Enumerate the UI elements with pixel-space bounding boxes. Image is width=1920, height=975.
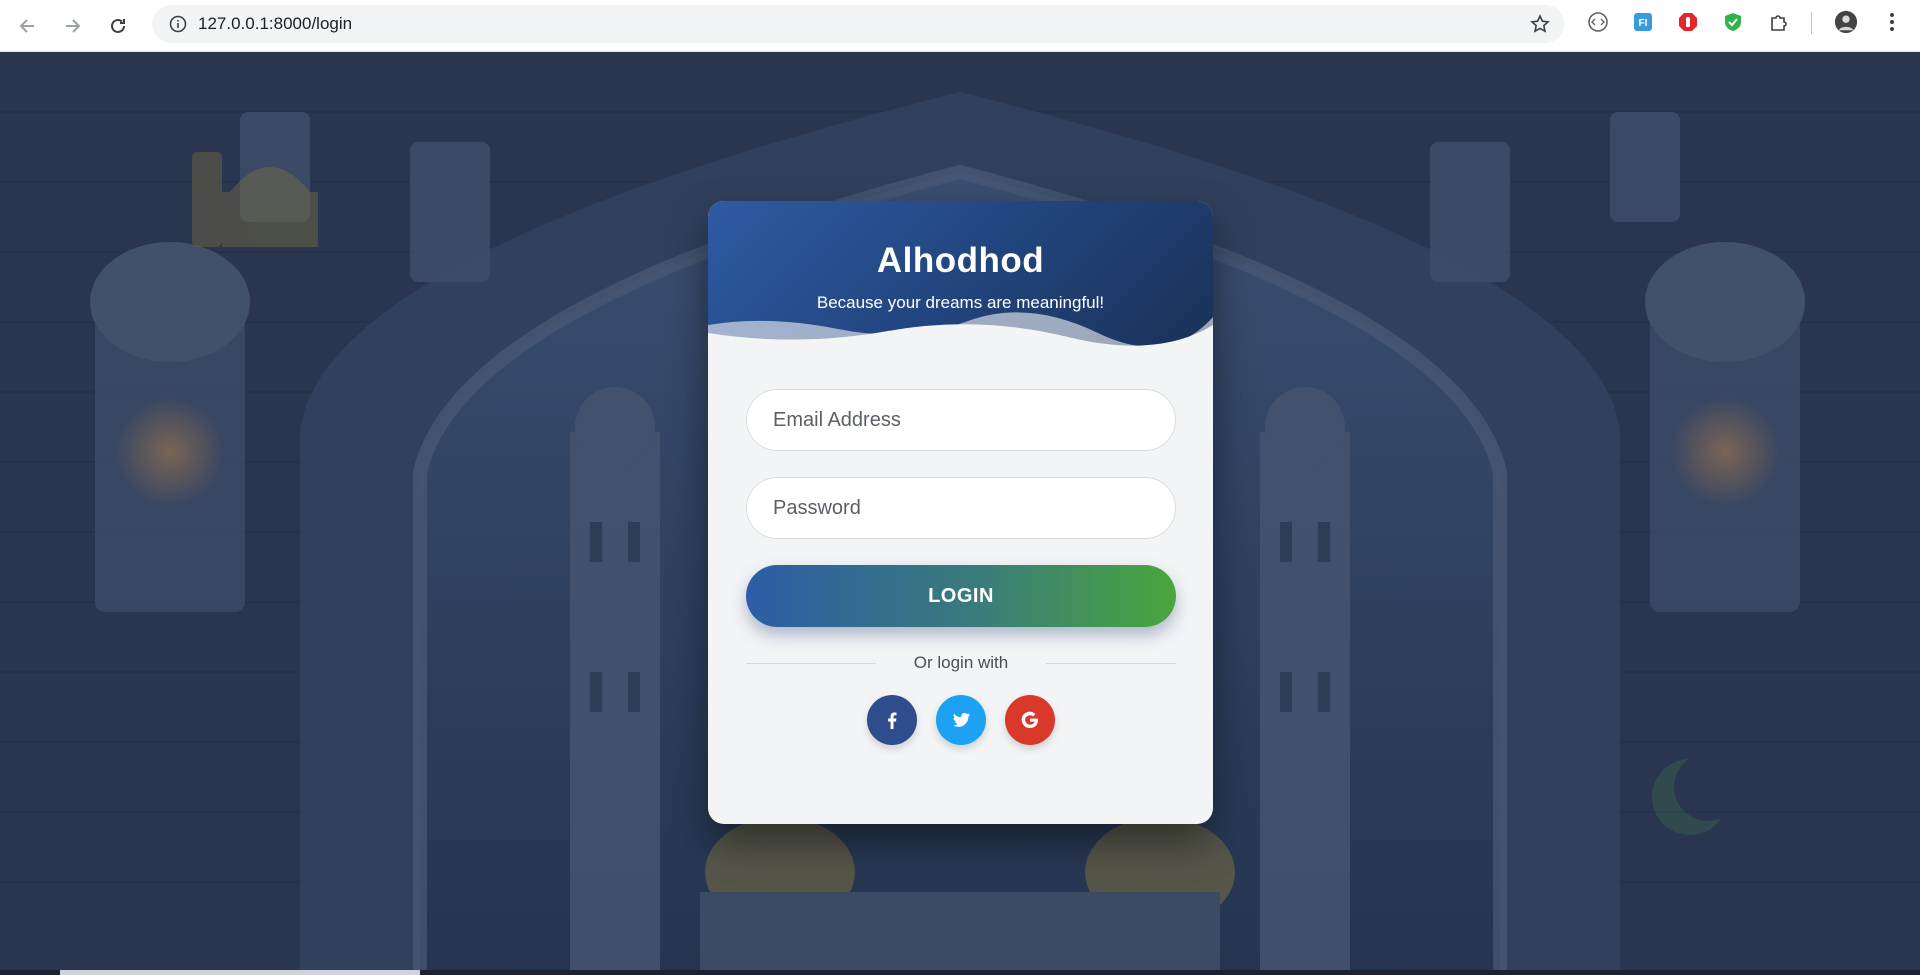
social-divider: Or login with bbox=[746, 653, 1176, 673]
bookmark-star-icon[interactable] bbox=[1530, 14, 1550, 34]
header-wave bbox=[708, 312, 1213, 351]
divider-line-left bbox=[746, 663, 876, 664]
email-input[interactable] bbox=[773, 408, 1153, 432]
facebook-login-button[interactable] bbox=[866, 695, 917, 745]
back-button[interactable] bbox=[6, 4, 50, 48]
site-info-icon[interactable] bbox=[158, 5, 198, 43]
extension-code-icon[interactable] bbox=[1586, 10, 1610, 34]
forward-button[interactable] bbox=[50, 4, 94, 48]
back-icon bbox=[19, 19, 34, 33]
login-form: LOGIN Or login with bbox=[708, 351, 1213, 745]
brand-tagline: Because your dreams are meaningful! bbox=[816, 293, 1105, 312]
login-button[interactable]: LOGIN bbox=[746, 565, 1176, 627]
extension-fi-icon[interactable]: FI bbox=[1631, 10, 1655, 34]
login-card: Alhodhod Because your dreams are meaning… bbox=[708, 201, 1213, 824]
forward-icon bbox=[66, 19, 81, 33]
divider-text: Or login with bbox=[913, 653, 1009, 672]
twitter-login-button[interactable] bbox=[935, 695, 986, 745]
password-field[interactable] bbox=[746, 477, 1176, 539]
extension-shield-icon[interactable] bbox=[1721, 10, 1745, 34]
social-login-group bbox=[746, 695, 1175, 745]
toolbar-separator bbox=[1811, 12, 1812, 34]
browser-toolbar: 127.0.0.1:8000/login FI bbox=[0, 0, 1920, 52]
menu-kebab-icon[interactable] bbox=[1880, 10, 1904, 34]
google-login-button[interactable] bbox=[1004, 695, 1055, 745]
profile-avatar[interactable] bbox=[1834, 10, 1858, 34]
brand-title: Alhodhod bbox=[876, 241, 1045, 280]
address-bar[interactable]: 127.0.0.1:8000/login bbox=[152, 5, 1564, 43]
divider-line-right bbox=[1046, 663, 1176, 664]
horizontal-scrollbar[interactable] bbox=[60, 970, 420, 975]
facebook-icon bbox=[887, 712, 896, 729]
extension-stop-icon[interactable] bbox=[1676, 10, 1700, 34]
url-text[interactable]: 127.0.0.1:8000/login bbox=[198, 14, 352, 34]
twitter-icon bbox=[952, 712, 970, 727]
reload-icon bbox=[111, 18, 125, 33]
google-icon bbox=[1021, 711, 1038, 729]
card-header: Alhodhod Because your dreams are meaning… bbox=[708, 201, 1213, 351]
svg-text:FI: FI bbox=[1639, 18, 1648, 29]
extensions-puzzle-icon[interactable] bbox=[1767, 10, 1791, 34]
email-field[interactable] bbox=[746, 389, 1176, 451]
reload-button[interactable] bbox=[96, 4, 140, 48]
password-input[interactable] bbox=[773, 496, 1153, 520]
